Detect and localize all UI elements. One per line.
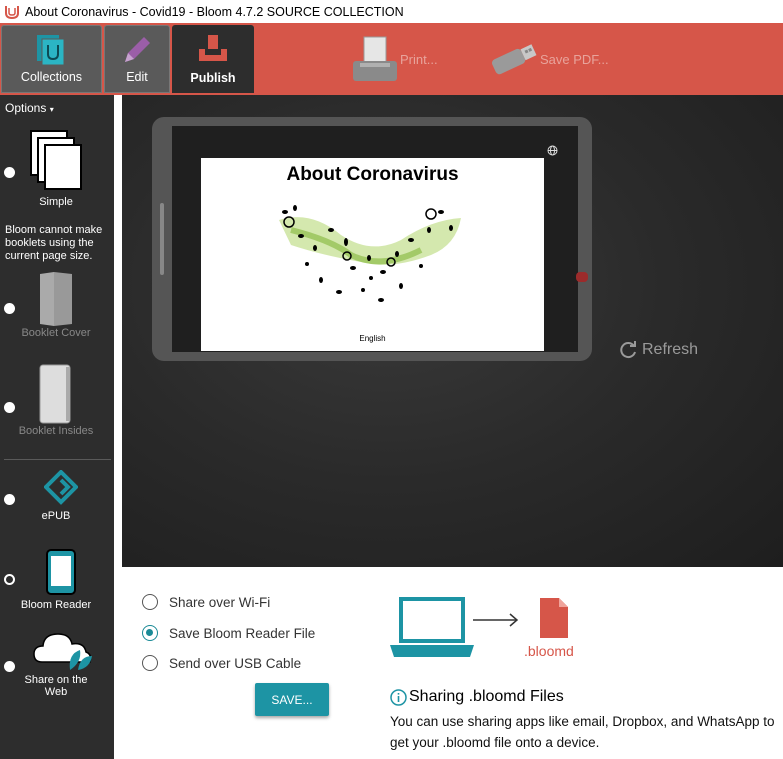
method-share-wifi-label: Share over Wi-Fi [169, 594, 271, 610]
book-title: About Coronavirus [286, 164, 459, 185]
pencil-icon [125, 37, 150, 62]
tab-collections[interactable]: Collections [1, 25, 102, 93]
tab-collections-label: Collections [20, 70, 83, 84]
printer-icon [353, 36, 397, 81]
refresh-label: Refresh [642, 341, 699, 358]
mode-share-web-radio[interactable] [4, 661, 15, 672]
mode-bloom-reader-label: Bloom Reader [20, 599, 92, 611]
method-usb-cable[interactable]: Send over USB Cable [142, 655, 301, 671]
laptop-icon [390, 597, 474, 657]
book-preview-area: About Coronavirus English Refresh [122, 95, 783, 567]
phone-icon [46, 549, 76, 595]
epub-icon [44, 470, 78, 505]
book-page: About Coronavirus English [201, 158, 544, 351]
globe-icon[interactable] [547, 145, 558, 156]
device-home-button [160, 203, 164, 275]
method-usb-cable-radio[interactable] [142, 655, 158, 671]
window-title: About Coronavirus - Covid19 - Bloom 4.7.… [25, 4, 404, 19]
next-page-arrow[interactable] [576, 272, 588, 282]
book-language-label: English [359, 334, 386, 343]
method-share-wifi[interactable]: Share over Wi-Fi [142, 594, 270, 610]
mode-booklet-insides-radio[interactable] [4, 402, 15, 413]
method-save-file[interactable]: Save Bloom Reader File [142, 625, 315, 641]
tab-publish-label: Publish [190, 71, 236, 85]
pages-icon [30, 130, 82, 190]
mode-booklet-cover-label: Booklet Cover [21, 327, 91, 339]
sharing-heading-text: Sharing .bloomd Files [409, 688, 564, 705]
file-icon [540, 598, 568, 638]
mode-share-web-label: Share on the Web [24, 674, 88, 698]
mode-epub-label: ePUB [41, 510, 71, 522]
mode-simple-label: Simple [39, 196, 73, 208]
chevron-down-icon: ▾ [49, 105, 54, 114]
device-frame: About Coronavirus English [152, 117, 592, 361]
booklet-cover-icon [40, 272, 72, 326]
print-label: Print... [400, 51, 438, 67]
cloud-icon [33, 633, 92, 670]
mode-bloom-reader-radio[interactable] [4, 574, 15, 585]
main-toolbar: Collections Edit Publish Print... Save P… [0, 23, 783, 95]
tab-edit[interactable]: Edit [104, 25, 170, 93]
coronavirus-illustration [279, 205, 461, 302]
arrow-right-icon [473, 613, 519, 627]
method-save-file-label: Save Bloom Reader File [169, 625, 316, 641]
mode-simple-radio[interactable] [4, 167, 15, 178]
publish-icon [199, 35, 227, 61]
save-pdf-button[interactable]: Save PDF... [488, 31, 609, 87]
options-label: Options [5, 101, 47, 115]
booklet-insides-icon [39, 364, 71, 424]
tab-publish[interactable]: Publish [172, 25, 254, 93]
bloom-logo-icon [5, 5, 19, 19]
collections-icon [36, 35, 64, 66]
publish-mode-panel: Options ▾ Simple Bloom cannot make bookl… [0, 95, 114, 759]
sharing-body-text: You can use sharing apps like email, Dro… [390, 714, 775, 750]
mode-booklet-insides-label: Booklet Insides [18, 425, 94, 437]
sharing-heading: Sharing .bloomd Files [390, 688, 564, 706]
save-pdf-label: Save PDF... [540, 51, 609, 67]
refresh-button[interactable]: Refresh [620, 341, 698, 359]
usb-drive-icon [491, 44, 537, 75]
method-save-file-radio[interactable] [142, 625, 158, 641]
refresh-icon [620, 341, 636, 359]
info-icon [390, 688, 407, 706]
panel-divider [4, 459, 111, 460]
mode-epub-radio[interactable] [4, 494, 15, 505]
options-dropdown[interactable]: Options ▾ [5, 101, 54, 115]
method-share-wifi-radio[interactable] [142, 594, 158, 610]
tab-edit-label: Edit [126, 70, 148, 84]
bloom-app-window: About Coronavirus - Covid19 - Bloom 4.7.… [0, 0, 783, 759]
save-button[interactable]: SAVE... [255, 683, 329, 716]
method-usb-cable-label: Send over USB Cable [169, 655, 302, 671]
print-button[interactable]: Print... [350, 31, 438, 87]
booklet-warning-text: Bloom cannot make booklets using the cur… [5, 224, 103, 262]
title-bar: About Coronavirus - Covid19 - Bloom 4.7.… [0, 0, 783, 23]
mode-booklet-cover-radio[interactable] [4, 303, 15, 314]
file-type-label: .bloomd [524, 643, 574, 659]
